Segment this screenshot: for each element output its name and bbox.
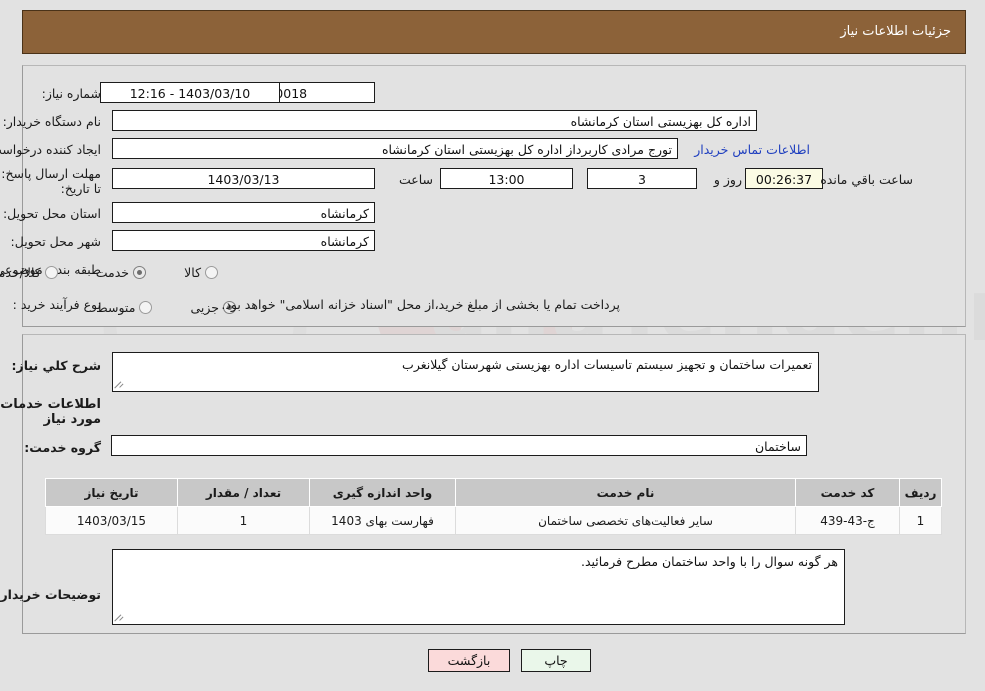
request-creator-value: تورج مرادی کاربرداز اداره کل بهزیستی است… xyxy=(112,138,678,159)
reply-deadline-time: 13:00 xyxy=(440,168,573,189)
buyer-contact-link[interactable]: اطلاعات تماس خریدار xyxy=(694,142,810,157)
service-group-label: گروه خدمت: xyxy=(24,440,101,455)
col-row: ردیف xyxy=(899,478,942,507)
reply-deadline-date: 1403/03/13 xyxy=(112,168,375,189)
col-unit: واحد اندازه گیری xyxy=(309,478,456,507)
back-button[interactable]: بازگشت xyxy=(428,649,510,672)
buyer-notes-textarea[interactable]: هر گونه سوال را با واحد ساختمان مطرح فرم… xyxy=(112,549,845,625)
buyer-org-value: اداره کل بهزیستی استان کرمانشاه xyxy=(112,110,757,131)
resize-grip-icon[interactable] xyxy=(114,380,125,390)
cell-quantity: 1 xyxy=(177,506,310,535)
cell-row: 1 xyxy=(899,506,942,535)
cell-service-code: ج-43-439 xyxy=(795,506,900,535)
radio-circle-icon xyxy=(205,265,218,279)
radio-process-motavaset[interactable]: متوسط xyxy=(96,299,159,315)
description-label: شرح کلي نیاز: xyxy=(11,358,101,373)
subject-category-radios[interactable]: کالا خدمت کالا/خدمت xyxy=(0,261,225,280)
reply-deadline-label: مهلت ارسال پاسخ: تا تاریخ: xyxy=(1,166,101,196)
resize-grip-icon[interactable] xyxy=(114,613,125,623)
table-header-row: ردیف کد خدمت نام خدمت واحد اندازه گیری ت… xyxy=(45,478,942,507)
delivery-city-label: شهر محل تحویل: xyxy=(10,234,101,249)
services-section-heading: اطلاعات خدمات مورد نیاز xyxy=(0,397,101,427)
purchase-process-label: نوع فرآیند خرید : xyxy=(12,297,101,312)
service-group-value: ساختمان xyxy=(111,435,807,456)
table-row[interactable]: 1 ج-43-439 سایر فعالیت‌های تخصصی ساختمان… xyxy=(45,506,942,535)
page-title: جزئیات اطلاعات نیاز xyxy=(840,24,951,39)
delivery-province-label: استان محل تحویل: xyxy=(2,206,101,221)
countdown-timer: 00:26:37 xyxy=(745,168,823,189)
buyer-notes-value: هر گونه سوال را با واحد ساختمان مطرح فرم… xyxy=(580,554,838,569)
radio-subject-kala-khedmat[interactable]: کالا/خدمت xyxy=(0,264,65,280)
buyer-notes-label: توضیحات خریدار: xyxy=(0,587,101,602)
col-service-code: کد خدمت xyxy=(795,478,900,507)
col-quantity: تعداد / مقدار xyxy=(177,478,310,507)
radio-subject-khedmat[interactable]: خدمت xyxy=(96,264,153,280)
description-value: تعمیرات ساختمان و تجهیز سیستم تاسیسات اد… xyxy=(402,357,812,372)
announce-datetime-value: 1403/03/10 - 12:16 xyxy=(100,82,280,103)
purchase-process-note: پرداخت تمام یا بخشی از مبلغ خرید،از محل … xyxy=(221,297,620,312)
delivery-city-value: کرمانشاه xyxy=(112,230,375,251)
reply-deadline-time-label: ساعت xyxy=(398,172,433,187)
radio-circle-icon xyxy=(133,265,147,279)
remaining-days: 3 xyxy=(587,168,697,189)
cell-unit: فهارست بهای 1403 xyxy=(309,506,456,535)
col-need-date: تاریخ نیاز xyxy=(45,478,178,507)
radio-subject-kala[interactable]: کالا xyxy=(184,264,225,280)
request-creator-label: ایجاد کننده درخواست: xyxy=(0,142,101,157)
col-service-name: نام خدمت xyxy=(455,478,796,507)
delivery-province-value: کرمانشاه xyxy=(112,202,375,223)
remaining-days-label: روز و xyxy=(713,172,742,187)
header-bar: جزئیات اطلاعات نیاز xyxy=(22,10,966,54)
radio-circle-icon xyxy=(139,300,153,314)
page-root: anaTender.net جزئیات اطلاعات نیاز شماره … xyxy=(0,0,985,691)
cell-need-date: 1403/03/15 xyxy=(45,506,178,535)
description-textarea[interactable]: تعمیرات ساختمان و تجهیز سیستم تاسیسات اد… xyxy=(112,352,819,392)
countdown-label: ساعت باقي مانده xyxy=(820,172,913,187)
buyer-org-label: نام دستگاه خریدار: xyxy=(2,114,101,129)
cell-service-name: سایر فعالیت‌های تخصصی ساختمان xyxy=(455,506,796,535)
need-info-panel xyxy=(22,65,966,327)
radio-circle-icon xyxy=(44,265,58,279)
services-table: ردیف کد خدمت نام خدمت واحد اندازه گیری ت… xyxy=(45,478,942,535)
print-button[interactable]: چاپ xyxy=(521,649,591,672)
need-number-label: شماره نیاز: xyxy=(41,86,101,101)
